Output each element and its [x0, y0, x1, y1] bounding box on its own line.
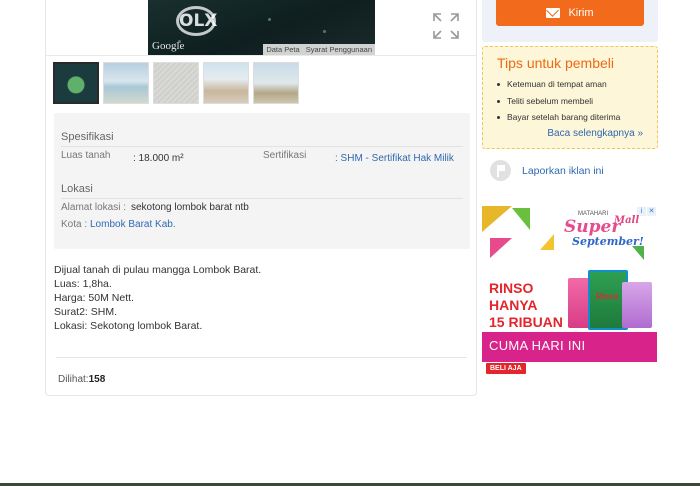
- ad-strip-text: CUMA HARI INI: [489, 338, 586, 353]
- ad-headline-line: RINSO: [489, 280, 534, 296]
- city-label: Kota :: [61, 219, 88, 230]
- contact-panel: Kirim: [482, 0, 658, 42]
- area-label: Luas tanah: [61, 150, 111, 161]
- description-line: Harga: 50M Nett.: [54, 292, 134, 304]
- ad-headline: RINSO HANYA 15 RIBUAN: [489, 280, 563, 331]
- views-label: Dilihat:: [58, 374, 89, 385]
- thumbnail[interactable]: [103, 62, 149, 104]
- cert-label: Sertifikasi: [263, 150, 307, 161]
- ad-brand: MATAHARI Mall Super September!: [564, 211, 644, 247]
- description-line: Lokasi: Sekotong lombok Barat.: [54, 320, 203, 332]
- tip-item: Ketemuan di tempat aman: [495, 79, 620, 96]
- description-line: Dijual tanah di pulau mangga Lombok Bara…: [54, 264, 262, 276]
- olx-watermark: OLX: [176, 6, 217, 36]
- ad-close-icon[interactable]: ✕: [647, 207, 656, 216]
- divider: [46, 55, 476, 56]
- cert-value: : SHM - Sertifikat Hak Milik: [335, 153, 454, 164]
- thumbnail[interactable]: [253, 62, 299, 104]
- divider: [61, 146, 463, 147]
- product-pack: [622, 282, 652, 328]
- thumbnail[interactable]: [153, 62, 199, 104]
- flag-icon: [490, 160, 511, 181]
- map-terms-link[interactable]: Syarat Penggunaan: [306, 45, 372, 54]
- tip-item: Teliti sebelum membeli: [495, 96, 620, 113]
- listing-card: OLX Google Data Peta Syarat Penggunaan S…: [45, 0, 477, 396]
- report-link[interactable]: Laporkan iklan ini: [490, 160, 604, 181]
- map-data-link[interactable]: Data Peta: [266, 45, 299, 54]
- expand-icon[interactable]: [432, 12, 460, 40]
- map-detail: [323, 30, 326, 33]
- read-more-link[interactable]: Baca selengkapnya »: [547, 128, 643, 139]
- address-label: Alamat lokasi :: [61, 202, 127, 213]
- address-value: sekotong lombok barat ntb: [131, 202, 249, 213]
- description-line: Luas: 1,8ha.: [54, 278, 112, 290]
- report-label: Laporkan iklan ini: [522, 164, 604, 177]
- ad-decoration: [632, 246, 644, 260]
- divider: [61, 198, 463, 199]
- tips-title: Tips untuk pembeli: [497, 55, 614, 71]
- send-button[interactable]: Kirim: [496, 0, 644, 26]
- ad-cta-button[interactable]: BELI AJA: [486, 363, 526, 374]
- ad-headline-line: HANYA: [489, 297, 538, 313]
- description-line: Surat2: SHM.: [54, 306, 118, 318]
- ad-decoration: [540, 234, 554, 250]
- thumbnail[interactable]: [53, 62, 99, 104]
- product-label: Rinso: [596, 292, 619, 301]
- ad-brand-sept: September!: [572, 235, 644, 248]
- buyer-tips: Tips untuk pembeli Ketemuan di tempat am…: [482, 46, 658, 149]
- divider: [56, 357, 467, 358]
- thumbnail[interactable]: [203, 62, 249, 104]
- send-label: Kirim: [568, 7, 594, 19]
- area-value: : 18.000 m²: [133, 153, 184, 164]
- ad-brand-mall: Mall: [614, 215, 640, 226]
- ad-headline-line: 15 RIBUAN: [489, 314, 563, 330]
- ad-decoration: [512, 208, 530, 230]
- thumbnail-strip: [53, 62, 299, 104]
- tips-list: Ketemuan di tempat aman Teliti sebelum m…: [495, 79, 620, 129]
- views-count: 158: [88, 374, 106, 385]
- ad-decoration: [490, 238, 512, 258]
- map-detail: [268, 18, 271, 21]
- view-counter: Dilihat:158: [58, 374, 105, 385]
- mail-icon: [546, 8, 561, 18]
- google-logo: Google: [152, 40, 185, 52]
- map-attribution: Data Peta Syarat Penggunaan: [263, 44, 375, 55]
- ad-decoration: [482, 206, 512, 232]
- advertisement[interactable]: i ✕ MATAHARI Mall Super September! RINSO…: [482, 206, 657, 381]
- tip-item: Bayar setelah barang diterima: [495, 112, 620, 129]
- map-image[interactable]: OLX Google Data Peta Syarat Penggunaan: [148, 0, 375, 55]
- location-title: Lokasi: [61, 183, 93, 195]
- city-link[interactable]: Lombok Barat Kab.: [90, 219, 176, 230]
- specs-title: Spesifikasi: [61, 131, 114, 143]
- specs-panel: Spesifikasi Luas tanah : 18.000 m² Serti…: [54, 113, 470, 249]
- description: Dijual tanah di pulau mangga Lombok Bara…: [54, 263, 261, 333]
